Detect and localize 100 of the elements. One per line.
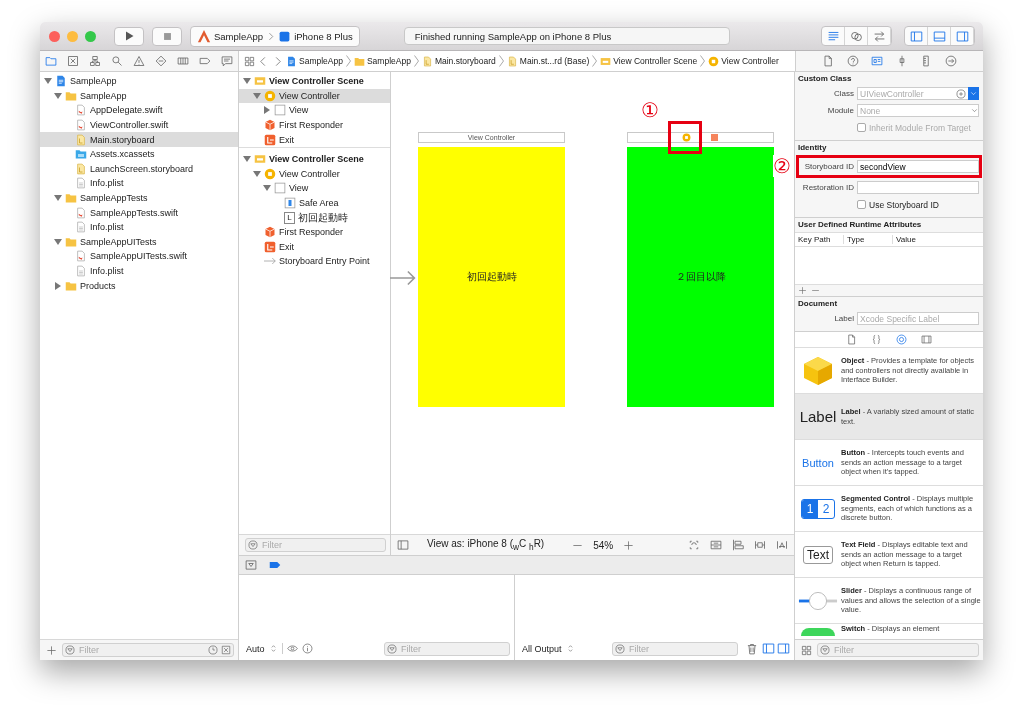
media-icon[interactable] [921, 334, 932, 345]
column-header[interactable]: Type [844, 235, 893, 244]
test-icon[interactable] [177, 55, 189, 67]
breadcrumb[interactable]: Main.storyboard [421, 55, 496, 67]
grid-icon[interactable] [244, 55, 255, 67]
outline-item[interactable]: View [239, 103, 390, 118]
filter-field[interactable]: Filter [817, 643, 979, 657]
file-icon[interactable] [822, 55, 835, 67]
info-icon[interactable] [301, 643, 313, 654]
align-icon[interactable] [732, 539, 744, 551]
disclosure-triangle[interactable] [253, 169, 261, 178]
disclosure-triangle[interactable] [253, 91, 261, 100]
outline-item[interactable]: View Controller [239, 88, 390, 104]
checkbox[interactable] [857, 200, 866, 209]
disclosure-triangle[interactable] [263, 106, 271, 115]
grid-icon[interactable] [801, 644, 812, 656]
disclosure-triangle[interactable] [54, 91, 62, 100]
screen-view[interactable]: 初回起動時 [418, 147, 565, 407]
outline-item[interactable]: First Responder [239, 117, 390, 133]
document-label-field[interactable]: Xcode Specific Label [857, 312, 979, 325]
file-tree-item[interactable]: AppDelegate.swift [40, 103, 238, 118]
plus-icon[interactable] [623, 539, 635, 551]
file-tree-item[interactable]: Info.plist [40, 263, 238, 279]
run-button[interactable] [114, 26, 144, 46]
panel-toggle-control[interactable] [904, 26, 975, 46]
identity-card-icon[interactable] [871, 55, 884, 67]
file-tree-item[interactable]: ViewController.swift [40, 117, 238, 133]
file-tree-item[interactable]: Assets.xcassets [40, 146, 238, 162]
breadcrumb[interactable]: View Controller Scene [600, 55, 698, 67]
update-frames-icon[interactable] [688, 539, 700, 551]
breadcrumb[interactable]: SampleApp [286, 55, 343, 67]
column-header[interactable]: Value [893, 235, 941, 244]
column-header[interactable]: Key Path [795, 235, 844, 244]
file-tree-item[interactable]: SampleAppTests [40, 190, 238, 206]
hierarchy-icon[interactable] [89, 55, 101, 67]
disclosure-triangle[interactable] [44, 77, 52, 86]
square-x-icon[interactable] [221, 645, 231, 655]
filter-field[interactable]: Filter [384, 641, 510, 656]
square-x-icon[interactable] [67, 55, 79, 67]
file-tree-item[interactable]: SampleAppUITests.swift [40, 249, 238, 264]
help-icon[interactable] [846, 55, 859, 67]
storyboard-id-field[interactable]: secondView [857, 160, 979, 173]
clock-icon[interactable] [208, 645, 218, 655]
search-icon[interactable] [111, 55, 123, 67]
file-tree-item[interactable]: SampleApp [40, 88, 238, 104]
outline-item[interactable]: First Responder [239, 224, 390, 240]
resolve-icon[interactable] [776, 539, 788, 551]
eye-icon[interactable] [286, 643, 298, 654]
variables-mode-selector[interactable]: Auto [246, 643, 265, 654]
disclosure-triangle[interactable] [263, 184, 271, 193]
outline-item[interactable]: View Controller [239, 166, 390, 182]
outline-item[interactable]: L 初回起動時 [239, 210, 390, 225]
file-tree-item[interactable]: SampleAppTests.swift [40, 205, 238, 220]
right-panel-icon[interactable] [777, 642, 790, 655]
module-field[interactable]: None [857, 104, 979, 117]
device-config-label[interactable]: View as: iPhone 8 ($_{w}$C $_{h}$R) [427, 538, 545, 552]
console-output-selector[interactable]: All Output [522, 643, 562, 654]
disclosure-triangle[interactable] [54, 237, 62, 246]
editor-mode-control[interactable] [821, 26, 892, 46]
breakpoint-tag-icon[interactable] [269, 559, 281, 571]
outline-item[interactable]: Exit [239, 132, 390, 148]
embed-stack-icon[interactable] [710, 539, 722, 551]
file-icon[interactable] [846, 334, 857, 345]
breadcrumb[interactable]: SampleApp [353, 55, 411, 67]
outline-item[interactable]: Storyboard Entry Point [239, 254, 390, 269]
file-tree-item[interactable]: SampleAppUITests [40, 234, 238, 250]
outline-item[interactable]: Safe Area [239, 195, 390, 211]
breadcrumb[interactable]: Main.st...rd (Base) [506, 55, 590, 67]
file-tree-item[interactable]: Info.plist [40, 176, 238, 191]
disclosure-triangle[interactable] [243, 155, 251, 164]
braces-icon[interactable] [871, 334, 882, 345]
left-panel-icon[interactable] [397, 539, 409, 551]
file-tree-item[interactable]: Info.plist [40, 219, 238, 235]
scheme-selector[interactable]: SampleApp iPhone 8 Plus [190, 25, 360, 47]
diamond-icon[interactable] [155, 55, 167, 67]
filter-field[interactable]: Filter [245, 538, 386, 552]
filter-field[interactable]: Filter [62, 643, 234, 657]
plus-icon[interactable] [46, 644, 57, 656]
file-tree-item[interactable]: Main.storyboard [40, 132, 238, 147]
outline-item[interactable]: View [239, 181, 390, 196]
file-tree-item[interactable]: Products [40, 278, 238, 293]
pin-icon[interactable] [754, 539, 766, 551]
left-panel-icon[interactable] [762, 642, 775, 655]
file-tree-item[interactable]: LaunchScreen.storyboard [40, 161, 238, 177]
warning-icon[interactable] [133, 55, 145, 67]
outline-item[interactable]: Exit [239, 239, 390, 255]
plus-icon[interactable] [798, 286, 807, 295]
outline-item[interactable]: View Controller Scene [239, 151, 390, 167]
restoration-id-field[interactable] [857, 181, 979, 194]
breadcrumb[interactable]: View Controller [708, 55, 779, 67]
zoom-button[interactable] [85, 30, 96, 42]
trash-icon[interactable] [746, 642, 758, 655]
screen-view[interactable]: ２回目以降 [627, 147, 774, 407]
tag-icon[interactable] [199, 55, 211, 67]
stop-button[interactable] [152, 26, 182, 46]
folder-icon[interactable] [45, 55, 57, 67]
file-tree-item[interactable]: SampleApp [40, 74, 238, 89]
disclosure-triangle[interactable] [54, 281, 62, 290]
filter-field[interactable]: Filter [612, 641, 738, 656]
class-dropdown-button[interactable] [968, 87, 979, 100]
